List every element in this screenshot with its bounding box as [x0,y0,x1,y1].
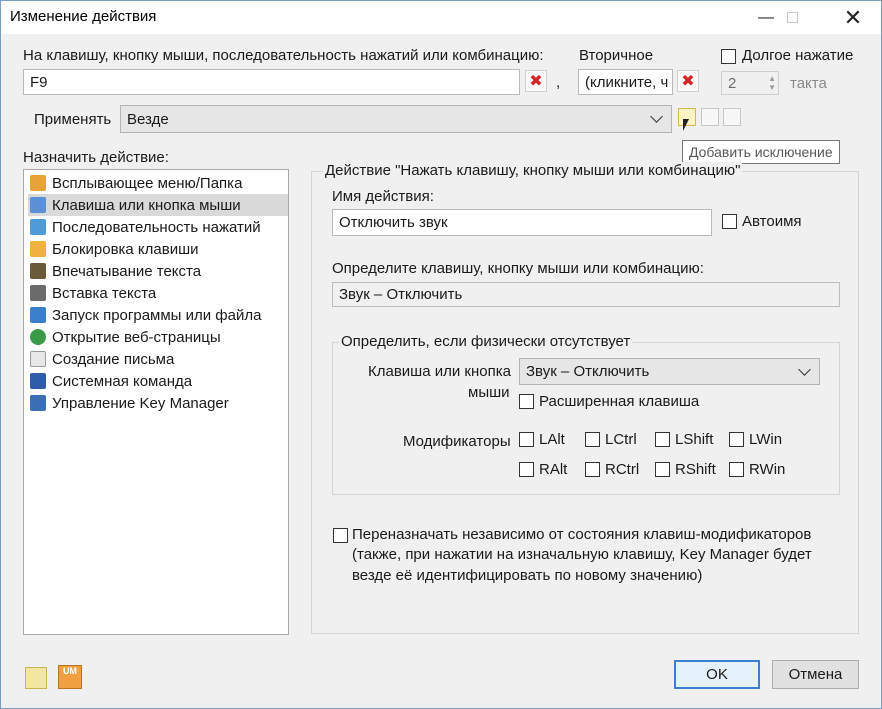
dialog-window: Изменение действия — ✕ На клавишу, кнопк… [0,0,882,709]
key-manager-logo-icon[interactable]: UM [58,665,82,689]
sequence-icon [30,219,46,235]
delete-exception-icon[interactable] [723,108,741,126]
pause-icon[interactable] [25,667,47,689]
long-press-checkbox[interactable] [721,49,736,64]
comma-separator: , [556,74,561,91]
window-title: Изменение действия [10,8,157,25]
clear-key-icon[interactable]: ✖ [525,70,547,92]
cancel-button[interactable]: Отмена [772,660,859,689]
tact-label: такта [790,75,827,92]
title-bar: Изменение действия — ✕ [1,1,881,34]
define-label: Определите клавишу, кнопку мыши или комб… [332,260,704,277]
rshift-label: RShift [675,461,716,478]
ralt-checkbox[interactable] [519,462,534,477]
list-item-selected[interactable]: Клавиша или кнопка мыши [28,194,288,216]
tooltip: Добавить исключение [682,140,840,164]
list-item[interactable]: Создание письма [28,348,288,370]
action-name-input[interactable]: Отключить звук [332,209,712,236]
apply-label: Применять [34,111,112,128]
ralt-label: RAlt [539,461,568,478]
autoname-checkbox[interactable] [722,214,737,229]
tact-stepper: 2 ▲ ▼ [721,71,779,95]
lwin-checkbox[interactable] [729,432,744,447]
lalt-label: LAlt [539,431,565,448]
menu-folder-icon [30,175,46,191]
rshift-checkbox[interactable] [655,462,670,477]
rctrl-label: RCtrl [605,461,640,478]
key-or-button-label-2: мыши [468,384,510,401]
list-item[interactable]: Блокировка клавиши [28,238,288,260]
tact-value: 2 [728,74,737,92]
type-text-icon [30,263,46,279]
list-item[interactable]: Всплывающее меню/Папка [28,172,288,194]
list-item[interactable]: Запуск программы или файла [28,304,288,326]
list-item[interactable]: Последовательность нажатий [28,216,288,238]
long-press-label: Долгое нажатие [742,47,854,64]
key-or-button-label-1: Клавиша или кнопка [368,363,511,380]
system-command-icon [30,373,46,389]
extended-key-label: Расширенная клавиша [539,393,700,410]
secondary-input[interactable]: (кликните, ч [578,69,673,95]
lshift-checkbox[interactable] [655,432,670,447]
list-item[interactable]: Вставка текста [28,282,288,304]
action-list[interactable]: Всплывающее меню/Папка Клавиша или кнопк… [23,169,289,635]
key-or-button-dropdown[interactable]: Звук – Отключить [519,358,820,385]
autoname-label: Автоимя [742,213,802,230]
lctrl-label: LCtrl [605,431,637,448]
list-item[interactable]: Управление Key Manager [28,392,288,414]
extended-key-checkbox[interactable] [519,394,534,409]
rwin-checkbox[interactable] [729,462,744,477]
modifiers-label: Модификаторы [403,433,511,450]
reassign-line-1: Переназначать независимо от состояния кл… [352,526,812,543]
clear-secondary-icon[interactable]: ✖ [677,70,699,92]
reassign-line-2: (также, при нажатии на изначальную клави… [352,546,812,563]
chevron-down-icon [650,110,663,123]
secondary-label: Вторичное [579,47,654,64]
lwin-label: LWin [749,431,783,448]
reassign-checkbox[interactable] [333,528,348,543]
lalt-checkbox[interactable] [519,432,534,447]
key-mouse-icon [30,197,46,213]
web-page-icon [30,329,46,345]
close-icon[interactable]: ✕ [830,1,876,34]
reassign-line-3: везде её идентифицировать по новому знач… [352,567,703,584]
assign-label: Назначить действие: [23,149,169,166]
list-item[interactable]: Системная команда [28,370,288,392]
mail-icon [30,351,46,367]
key-label: На клавишу, кнопку мыши, последовательно… [23,47,544,64]
action-name-label: Имя действия: [332,188,434,205]
paste-text-icon [30,285,46,301]
list-item[interactable]: Впечатывание текста [28,260,288,282]
rwin-label: RWin [749,461,786,478]
edit-exception-icon[interactable] [701,108,719,126]
key-manager-icon [30,395,46,411]
apply-dropdown[interactable]: Везде [120,105,672,133]
mouse-cursor-icon [683,119,689,131]
key-input[interactable]: F9 [23,69,520,95]
key-or-button-value: Звук – Отключить [526,363,650,380]
run-program-icon [30,307,46,323]
lctrl-checkbox[interactable] [585,432,600,447]
maximize-icon [769,1,815,34]
apply-value: Везде [127,110,169,128]
physical-group-title: Определить, если физически отсутствует [339,333,633,350]
chevron-down-icon [798,362,811,376]
action-group-title: Действие "Нажать клавишу, кнопку мыши ил… [323,162,743,179]
ok-button[interactable]: OK [674,660,760,689]
define-input[interactable]: Звук – Отключить [332,282,840,307]
rctrl-checkbox[interactable] [585,462,600,477]
lock-key-icon [30,241,46,257]
list-item[interactable]: Открытие веб-страницы [28,326,288,348]
stepper-arrows-icon: ▲ ▼ [768,74,776,92]
lshift-label: LShift [675,431,714,448]
